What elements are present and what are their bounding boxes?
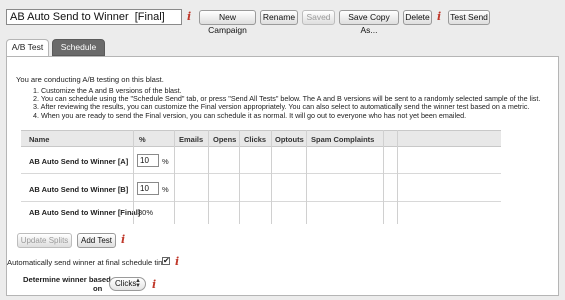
table-row: AB Auto Send to Winner [A] % xyxy=(21,147,501,174)
header-spam-complaints: Spam Complaints xyxy=(311,135,375,144)
determine-winner-label: Determine winner based xyxy=(23,275,111,284)
save-copy-as-button[interactable]: Save Copy As... xyxy=(339,10,399,35)
info-icon[interactable]: i xyxy=(187,11,191,22)
header-optouts: Optouts xyxy=(275,135,304,144)
header-percent: % xyxy=(139,135,146,144)
tab-schedule-send[interactable]: Schedule Send xyxy=(52,39,105,67)
rename-button[interactable]: Rename xyxy=(260,10,298,25)
campaign-title-input[interactable] xyxy=(6,9,182,25)
percent-symbol: % xyxy=(162,185,169,194)
select-value: Clicks xyxy=(115,279,137,288)
info-icon[interactable]: i xyxy=(437,11,441,22)
column-divider xyxy=(271,130,272,224)
column-divider xyxy=(397,130,398,224)
header-name: Name xyxy=(29,135,50,144)
column-divider xyxy=(174,130,175,224)
percent-input[interactable] xyxy=(137,154,159,167)
row-percent: 80% xyxy=(138,208,154,217)
table-row: AB Auto Send to Winner [Final] 80% xyxy=(21,202,501,224)
row-name: AB Auto Send to Winner [Final] xyxy=(29,208,141,217)
table-header-row: Name % Emails Opens Clicks Optouts Spam … xyxy=(21,130,501,147)
auto-send-label: Automatically send winner at final sched… xyxy=(7,258,169,267)
header-clicks: Clicks xyxy=(244,135,267,144)
intro-text: You are conducting A/B testing on this b… xyxy=(16,75,164,84)
chevron-updown-icon: ▲ ▼ xyxy=(135,278,141,289)
instructions-list: 1. Customize the A and B versions of the… xyxy=(33,86,540,120)
column-divider xyxy=(239,130,240,224)
add-test-button[interactable]: Add Test xyxy=(77,233,116,248)
percent-symbol: % xyxy=(162,157,169,166)
column-divider xyxy=(383,130,384,224)
header-opens: Opens xyxy=(213,135,237,144)
info-icon[interactable]: i xyxy=(121,234,125,245)
delete-button[interactable]: Delete xyxy=(403,10,432,25)
auto-send-checkbox[interactable]: ✔ xyxy=(162,257,170,265)
list-item: 4. When you are ready to send the Final … xyxy=(33,110,467,120)
tab-ab-test[interactable]: A/B Test xyxy=(6,39,49,57)
column-divider xyxy=(208,130,209,224)
row-name: AB Auto Send to Winner [B] xyxy=(29,185,129,194)
column-divider xyxy=(133,130,134,224)
update-splits-button[interactable]: Update Splits xyxy=(17,233,72,248)
percent-input[interactable] xyxy=(137,182,159,195)
row-name: AB Auto Send to Winner [A] xyxy=(29,157,129,166)
determine-winner-label-on: on xyxy=(93,284,103,293)
new-campaign-button[interactable]: New Campaign xyxy=(199,10,256,35)
saved-button[interactable]: Saved xyxy=(302,10,335,25)
info-icon[interactable]: i xyxy=(152,279,156,290)
winner-metric-select[interactable]: Clicks ▲ ▼ xyxy=(109,277,146,291)
header-emails: Emails xyxy=(179,135,204,144)
test-send-button[interactable]: Test Send xyxy=(448,10,490,25)
table-row: AB Auto Send to Winner [B] % xyxy=(21,174,501,202)
column-divider xyxy=(306,130,307,224)
info-icon[interactable]: i xyxy=(175,256,179,267)
